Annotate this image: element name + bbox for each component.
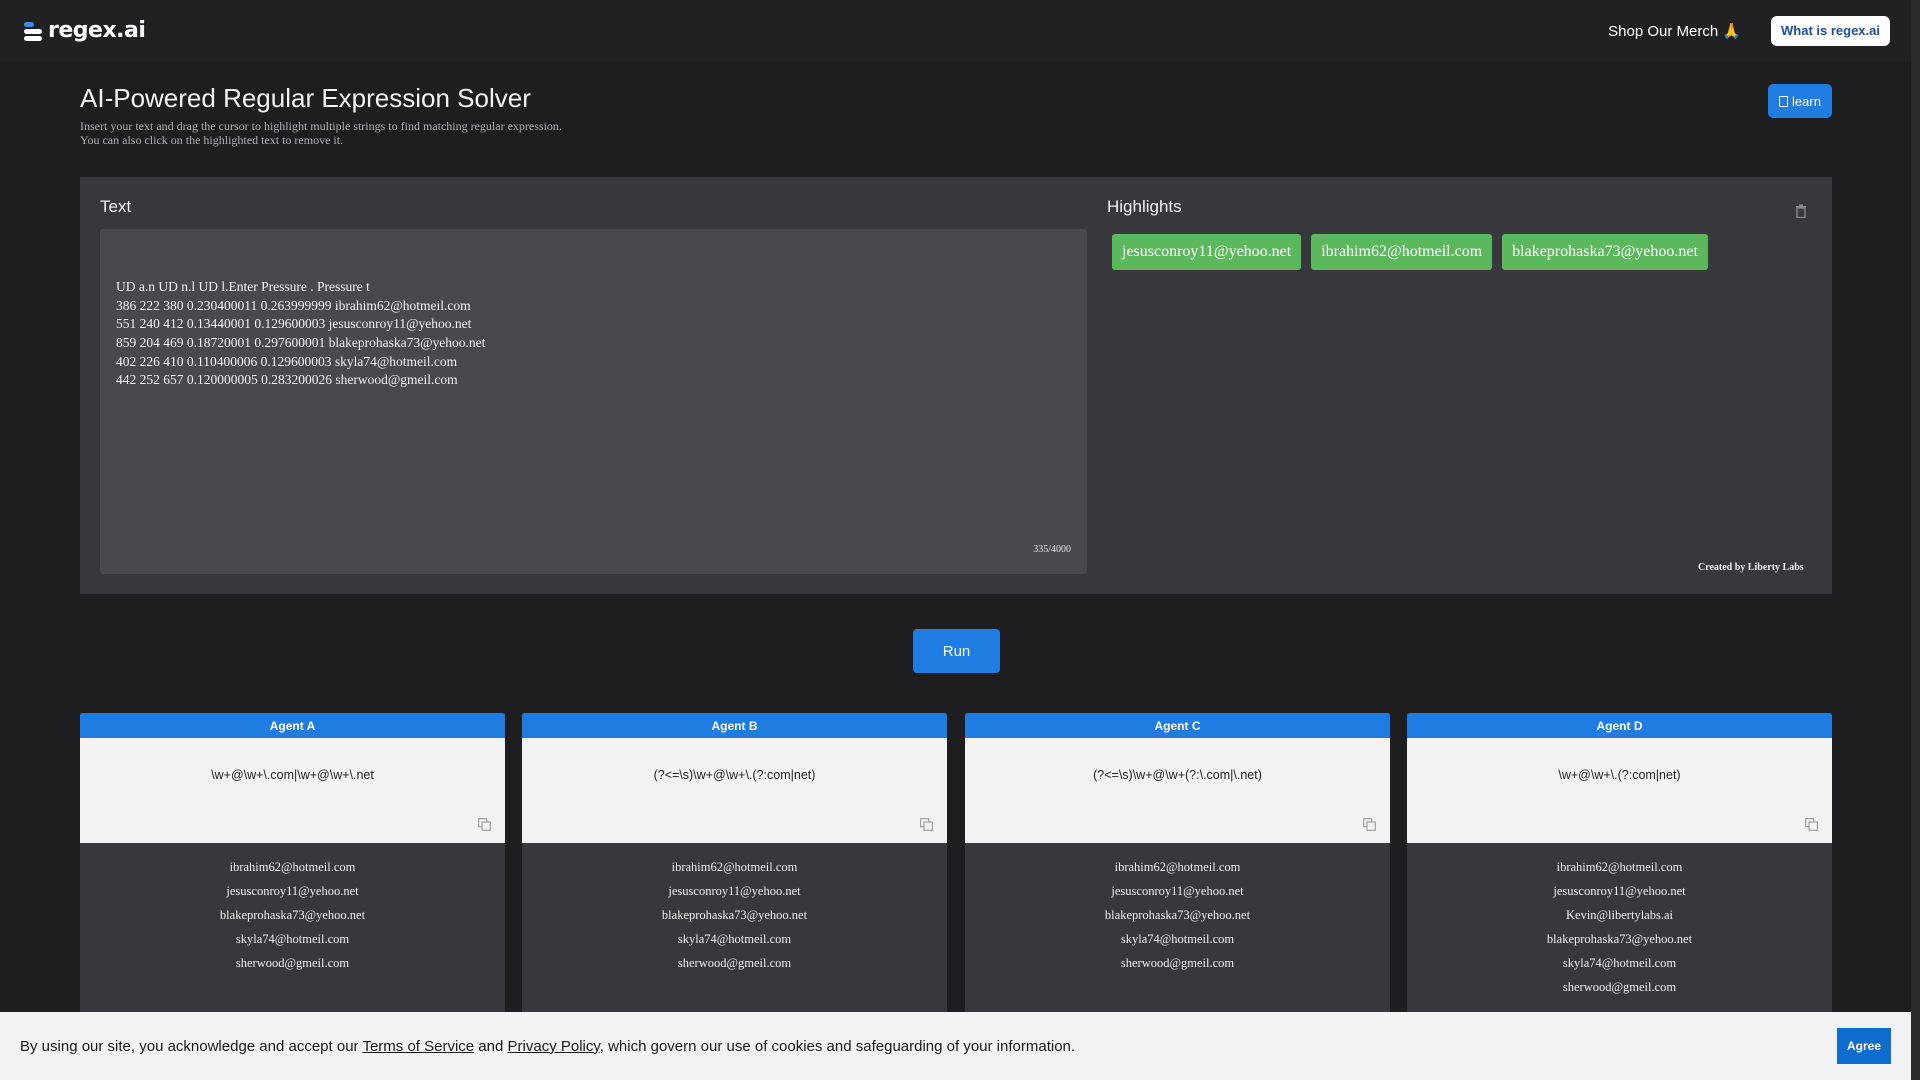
match-item: blakeprohaska73@yehoo.net xyxy=(219,908,366,922)
privacy-policy-link[interactable]: Privacy Policy xyxy=(508,1038,600,1055)
subtitle-line-1: Insert your text and drag the cursor to … xyxy=(80,119,562,133)
cookie-suffix: , which govern our use of cookies and sa… xyxy=(599,1037,1076,1055)
logo-icon xyxy=(22,20,44,42)
agent-regex-box: (?<=\s)\w+@\w+(?:\.com|\.net) xyxy=(965,738,1390,843)
match-item: ibrahim62@hotmeil.com xyxy=(229,860,356,874)
agent-regex[interactable]: (?<=\s)\w+@\w+(?:\.com|\.net) xyxy=(965,768,1390,782)
match-item: skyla74@hotmeil.com xyxy=(235,932,350,946)
page-title: AI-Powered Regular Expression Solver xyxy=(80,83,531,113)
agent-regex[interactable]: \w+@\w+\.com|\w+@\w+\.net xyxy=(80,768,505,782)
agent-name: Agent A xyxy=(80,713,505,738)
match-item: jesusconroy11@yehoo.net xyxy=(1553,884,1686,898)
learn-button[interactable]: learn xyxy=(1768,84,1832,118)
agent-regex-box: \w+@\w+\.(?:com|net) xyxy=(1407,738,1832,843)
agent-matches: ibrahim62@hotmeil.com jesusconroy11@yehoo… xyxy=(965,843,1390,975)
highlights-label: Highlights xyxy=(1107,197,1182,216)
copy-icon[interactable] xyxy=(478,818,491,831)
match-item: blakeprohaska73@yehoo.net xyxy=(1546,932,1693,946)
match-item: jesusconroy11@yehoo.net xyxy=(1111,884,1244,898)
agent-matches: ibrahim62@hotmeil.com jesusconroy11@yehoo… xyxy=(1407,843,1832,999)
header-actions: Shop Our Merch 🙏 What is regex.ai xyxy=(1608,15,1890,46)
copy-icon[interactable] xyxy=(1805,818,1818,831)
text-label: Text xyxy=(100,197,132,216)
cookie-prefix: By using our site, you acknowledge and a… xyxy=(20,1037,363,1055)
scrollbar[interactable] xyxy=(1911,0,1920,1080)
match-item: sherwood@gmeil.com xyxy=(235,956,350,970)
terms-of-service-link[interactable]: Terms of Service xyxy=(362,1038,474,1055)
match-item: sherwood@gmeil.com xyxy=(1120,956,1235,970)
agent-name: Agent B xyxy=(522,713,947,738)
subtitle-line-2: You can also click on the highlighted te… xyxy=(80,133,344,147)
character-counter: 335/4000 xyxy=(1033,544,1071,556)
match-item: skyla74@hotmeil.com xyxy=(1120,932,1235,946)
shop-merch-link[interactable]: Shop Our Merch 🙏 xyxy=(1608,22,1741,40)
agent-regex[interactable]: \w+@\w+\.(?:com|net) xyxy=(1407,768,1832,782)
copy-icon[interactable] xyxy=(920,818,933,831)
match-item: Kevin@libertylabs.ai xyxy=(1566,908,1673,922)
match-item: skyla74@hotmeil.com xyxy=(1562,956,1677,970)
match-item: jesusconroy11@yehoo.net xyxy=(226,884,359,898)
agent-matches: ibrahim62@hotmeil.com jesusconroy11@yehoo… xyxy=(80,843,505,975)
book-icon xyxy=(1779,95,1789,107)
match-item: ibrahim62@hotmeil.com xyxy=(1556,860,1683,874)
agent-name: Agent C xyxy=(965,713,1390,738)
input-panel: Text Highlights UD a.n UD n.l UD l.Enter… xyxy=(80,177,1832,594)
highlight-chip[interactable]: ibrahim62@hotmeil.com xyxy=(1311,234,1493,270)
trash-icon[interactable] xyxy=(1795,204,1807,218)
match-item: jesusconroy11@yehoo.net xyxy=(668,884,801,898)
match-item: sherwood@gmeil.com xyxy=(1562,980,1677,994)
agent-regex-box: (?<=\s)\w+@\w+\.(?:com|net) xyxy=(522,738,947,843)
match-item: skyla74@hotmeil.com xyxy=(677,932,792,946)
match-item: ibrahim62@hotmeil.com xyxy=(1114,860,1241,874)
page-subtitle: Insert your text and drag the cursor to … xyxy=(80,119,562,147)
credit-text: Created by Liberty Labs xyxy=(1698,562,1804,573)
learn-button-label: learn xyxy=(1792,93,1821,109)
match-item: ibrahim62@hotmeil.com xyxy=(671,860,798,874)
agent-regex-box: \w+@\w+\.com|\w+@\w+\.net xyxy=(80,738,505,843)
agent-name: Agent D xyxy=(1407,713,1832,738)
what-is-regex-button[interactable]: What is regex.ai xyxy=(1771,15,1890,46)
match-item: blakeprohaska73@yehoo.net xyxy=(661,908,808,922)
cookie-banner: By using our site, you acknowledge and a… xyxy=(0,1012,1911,1080)
highlight-chips: jesusconroy11@yehoo.net ibrahim62@hotmeil… xyxy=(1112,234,1708,270)
text-input-area[interactable]: UD a.n UD n.l UD l.Enter Pressure . Pres… xyxy=(100,229,1087,574)
text-input-content: UD a.n UD n.l UD l.Enter Pressure . Pres… xyxy=(116,279,486,388)
highlight-chip[interactable]: blakeprohaska73@yehoo.net xyxy=(1502,234,1708,270)
logo-text: regex.ai xyxy=(48,18,146,43)
run-button[interactable]: Run xyxy=(913,629,1000,673)
cookie-middle: and xyxy=(474,1037,508,1055)
copy-icon[interactable] xyxy=(1363,818,1376,831)
agent-matches: ibrahim62@hotmeil.com jesusconroy11@yehoo… xyxy=(522,843,947,975)
agent-regex[interactable]: (?<=\s)\w+@\w+\.(?:com|net) xyxy=(522,768,947,782)
highlight-chip[interactable]: jesusconroy11@yehoo.net xyxy=(1112,234,1302,270)
top-navigation-bar: regex.ai Shop Our Merch 🙏 What is regex.… xyxy=(0,0,1920,61)
agree-button[interactable]: Agree xyxy=(1837,1028,1891,1064)
match-item: sherwood@gmeil.com xyxy=(677,956,792,970)
logo[interactable]: regex.ai xyxy=(22,18,146,43)
match-item: blakeprohaska73@yehoo.net xyxy=(1104,908,1251,922)
cookie-message: By using our site, you acknowledge and a… xyxy=(20,1038,1075,1055)
